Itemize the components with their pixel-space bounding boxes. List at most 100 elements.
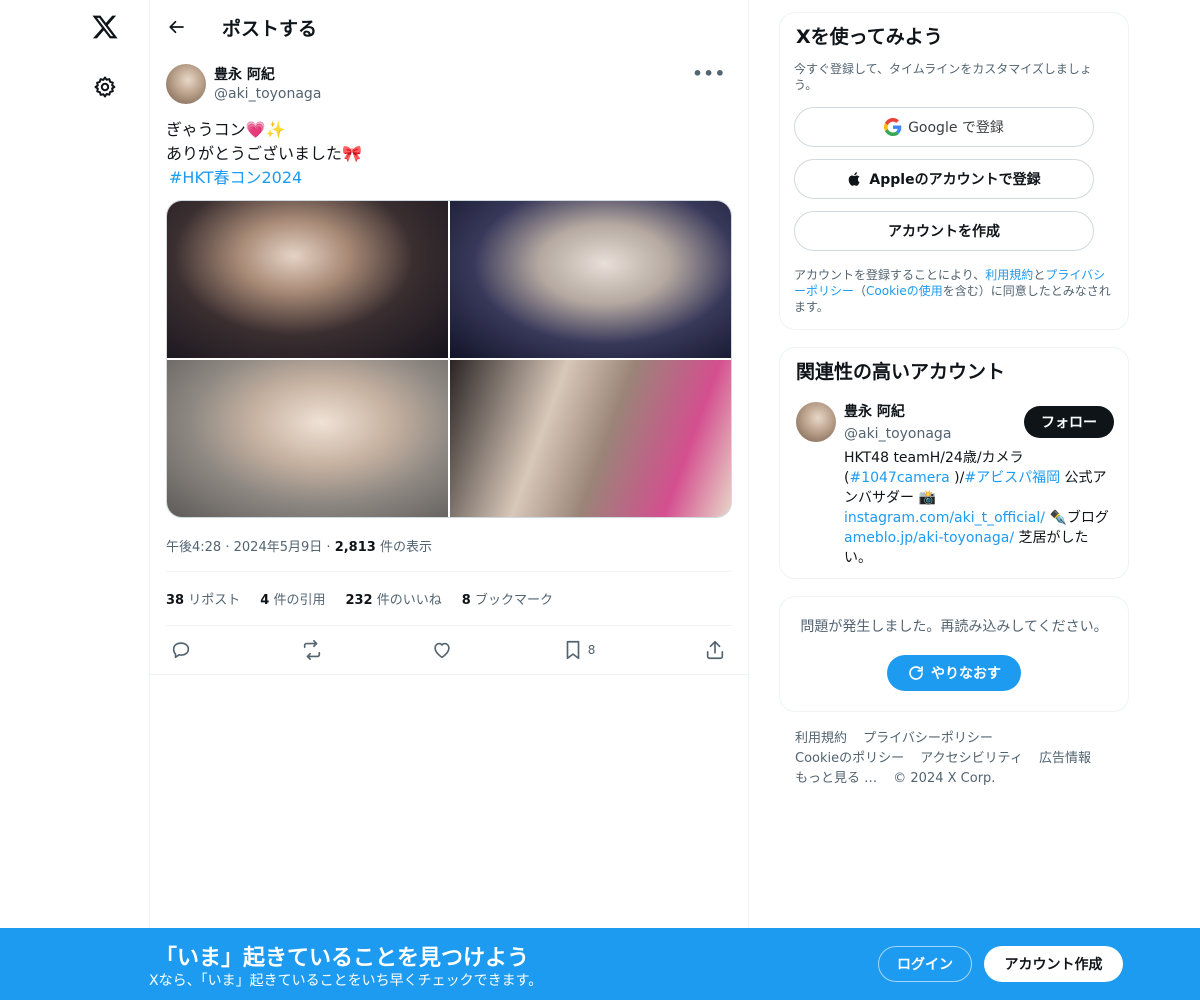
heart-icon <box>434 642 450 659</box>
bio-hashtag-link[interactable]: #1047camera <box>849 470 949 486</box>
stat-bookmarks[interactable]: 8 ブックマーク <box>462 589 553 608</box>
related-card-title: 関連性の高いアカウント <box>796 361 1006 383</box>
rec-body: 豊永 阿紀 @aki_toyonaga フォロー HKT48 teamH/24歳… <box>844 402 1114 568</box>
create-account-button[interactable]: アカウントを作成 <box>794 211 1094 251</box>
post-text: ぎゃうコン💗✨ ありがとうございました🎀 #HKT春コン2024 <box>166 118 732 190</box>
rec-bio: HKT48 teamH/24歳/カメラ(#1047camera )/#アビスパ福… <box>844 448 1114 568</box>
rec-head: 豊永 阿紀 @aki_toyonaga フォロー <box>844 402 1114 446</box>
media-grid <box>166 200 732 518</box>
divider <box>150 674 748 675</box>
post-stats: 38 リポスト 4 件の引用 232 件のいいね 8 ブックマーク <box>166 572 732 626</box>
footer-link-accessibility[interactable]: アクセシビリティ <box>920 751 1023 766</box>
views-label: 件の表示 <box>379 540 432 555</box>
post-text-line: ありがとうございました🎀 <box>166 144 362 163</box>
post-detail: 豊永 阿紀 @aki_toyonaga ••• ぎゃうコン💗✨ ありがとうござい… <box>150 54 748 675</box>
retry-label: やりなおす <box>931 666 1001 682</box>
author-meta: 豊永 阿紀 @aki_toyonaga <box>214 64 321 104</box>
follow-button[interactable]: フォロー <box>1024 406 1114 438</box>
bio-url-link[interactable]: ameblo.jp/aki-toyonaga/ <box>844 530 1014 546</box>
avatar[interactable] <box>166 64 206 104</box>
post-author-row: 豊永 阿紀 @aki_toyonaga ••• <box>166 64 732 104</box>
footer-links: 利用規約 プライバシーポリシー Cookieのポリシー アクセシビリティ 広告情… <box>779 729 1129 789</box>
bookmark-icon <box>566 640 580 660</box>
legal-text-part: アカウントを登録することにより、 <box>794 268 986 282</box>
author-name[interactable]: 豊永 阿紀 <box>214 66 321 84</box>
login-button[interactable]: ログイン <box>878 946 972 982</box>
more-options-icon[interactable]: ••• <box>692 64 726 83</box>
bio-text: )/ <box>949 470 965 486</box>
footer-link-more[interactable]: もっと見る … <box>795 771 877 786</box>
avatar[interactable] <box>796 402 836 442</box>
share-icon <box>706 640 724 660</box>
bio-hashtag-link[interactable]: #アビスパ福岡 <box>964 470 1060 486</box>
refresh-icon <box>909 666 923 680</box>
right-sidebar: Xを使ってみよう 今すぐ登録して、タイムラインをカスタマイズしましょう。 Goo… <box>779 12 1129 789</box>
stat-reposts[interactable]: 38 リポスト <box>166 589 240 608</box>
cookie-link[interactable]: Cookieの使用 <box>866 284 943 298</box>
separator: · <box>326 540 331 555</box>
page-header: ポストする <box>150 0 748 54</box>
x-logo-icon[interactable] <box>88 10 122 44</box>
footer-link-ads[interactable]: 広告情報 <box>1039 751 1091 766</box>
separator: · <box>225 540 230 555</box>
share-button[interactable] <box>704 639 726 661</box>
photo-1[interactable] <box>167 201 448 358</box>
back-arrow-icon[interactable] <box>166 16 188 38</box>
author-handle[interactable]: @aki_toyonaga <box>214 84 321 104</box>
apple-signup-label: Appleのアカウントで登録 <box>869 172 1041 188</box>
bio-url-link[interactable]: instagram.com/aki_t_official/ <box>844 510 1045 526</box>
banner-title: 「いま」起きていることを見つけよう <box>155 946 530 971</box>
banner-subtitle: Xなら、「いま」起きていることをいち早くチェックできます。 <box>149 973 543 989</box>
legal-text-part: と <box>1033 268 1046 282</box>
hashtag-link[interactable]: #HKT春コン2024 <box>166 166 732 190</box>
footer-link-terms[interactable]: 利用規約 <box>795 731 847 746</box>
rec-handle[interactable]: @aki_toyonaga <box>844 422 951 446</box>
post-date[interactable]: 2024年5月9日 <box>234 540 323 555</box>
bookmark-button[interactable]: 8 <box>562 639 596 661</box>
photo-2[interactable] <box>450 201 731 358</box>
reply-icon <box>172 642 190 659</box>
footer-link-cookie[interactable]: Cookieのポリシー <box>795 751 904 766</box>
photo-4[interactable] <box>450 360 731 517</box>
retry-button[interactable]: やりなおす <box>887 655 1021 691</box>
google-signup-button[interactable]: Google で登録 <box>794 107 1094 147</box>
bookmark-count: 8 <box>587 643 596 657</box>
error-card: 問題が発生しました。再読み込みしてください。 やりなおす <box>779 596 1129 712</box>
footer-link-privacy[interactable]: プライバシーポリシー <box>863 731 993 746</box>
account-recommendation[interactable]: 豊永 阿紀 @aki_toyonaga フォロー HKT48 teamH/24歳… <box>794 402 1114 568</box>
views-count: 2,813 <box>334 540 376 555</box>
legal-text: アカウントを登録することにより、利用規約とプライバシーポリシー（Cookieの使… <box>794 267 1114 315</box>
page-title: ポストする <box>222 17 318 40</box>
stat-likes[interactable]: 232 件のいいね <box>345 589 441 608</box>
copyright: © 2024 X Corp. <box>893 771 996 786</box>
google-icon <box>884 118 902 136</box>
google-signup-label: Google で登録 <box>908 120 1004 136</box>
apple-icon <box>849 172 860 186</box>
bio-text: ✒️ブログ <box>1045 510 1109 526</box>
like-button[interactable] <box>431 639 453 661</box>
apple-signup-button[interactable]: Appleのアカウントで登録 <box>794 159 1094 199</box>
reply-button[interactable] <box>170 639 192 661</box>
main-column: ポストする 豊永 阿紀 @aki_toyonaga ••• ぎゃうコン💗✨ あり… <box>149 0 749 1000</box>
post-timestamp: 午後4:28 · 2024年5月9日 · 2,813 件の表示 <box>166 536 732 572</box>
legal-text-part: （ <box>854 284 867 298</box>
post-time[interactable]: 午後4:28 <box>166 540 221 555</box>
post-text-line: ぎゃうコン💗✨ <box>166 120 286 139</box>
signup-card: Xを使ってみよう 今すぐ登録して、タイムラインをカスタマイズしましょう。 Goo… <box>779 12 1129 330</box>
related-accounts-card: 関連性の高いアカウント 豊永 阿紀 @aki_toyonaga フォロー HKT… <box>779 347 1129 579</box>
post-actions: 8 <box>166 626 732 674</box>
signup-button[interactable]: アカウント作成 <box>984 946 1123 982</box>
terms-link[interactable]: 利用規約 <box>985 268 1033 282</box>
error-message: 問題が発生しました。再読み込みしてください。 <box>800 619 1108 635</box>
signup-banner: 「いま」起きていることを見つけよう Xなら、「いま」起きていることをいち早くチェ… <box>0 928 1200 1000</box>
rec-name[interactable]: 豊永 阿紀 <box>844 402 951 422</box>
rec-identity: 豊永 阿紀 @aki_toyonaga <box>844 402 951 446</box>
signup-card-title: Xを使ってみよう <box>796 26 943 48</box>
signup-card-subtitle: 今すぐ登録して、タイムラインをカスタマイズしましょう。 <box>794 62 1092 92</box>
stat-quotes[interactable]: 4 件の引用 <box>260 589 325 608</box>
repost-button[interactable] <box>301 639 323 661</box>
create-account-label: アカウントを作成 <box>888 224 1000 240</box>
repost-icon <box>303 640 320 660</box>
photo-3[interactable] <box>167 360 448 517</box>
gear-icon[interactable] <box>90 72 120 102</box>
